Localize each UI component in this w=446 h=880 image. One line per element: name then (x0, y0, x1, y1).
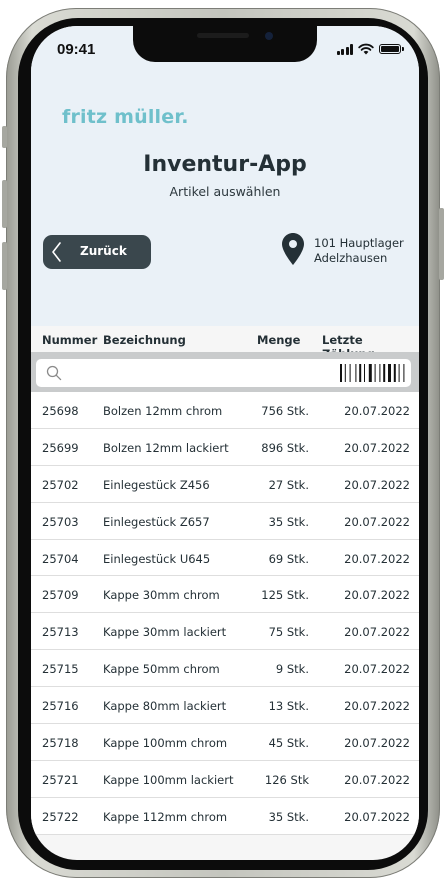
column-header-quantity[interactable]: Menge (257, 333, 300, 347)
table-row[interactable]: 25718 Kappe 100mm chrom 45 Stk. 20.07.2022 (31, 724, 419, 761)
page-title: Inventur-App (143, 152, 307, 177)
barcode-scan-icon[interactable] (340, 364, 408, 382)
article-quantity: 45 Stk. (268, 736, 309, 751)
table-row[interactable]: 25721 Kappe 100mm lackiert 126 Stk 20.07.20… (31, 760, 419, 798)
search-bar (31, 352, 419, 392)
article-name: Kappe 80mm lackiert (103, 699, 227, 714)
article-last-count: 20.07.2022 (344, 625, 410, 640)
article-name: Kappe 100mm lackiert (103, 772, 234, 787)
header-area (31, 26, 419, 334)
status-time: 09:41 (57, 41, 96, 58)
volume-down-button (2, 242, 7, 290)
table-row[interactable]: 25722 Kappe 112mm chrom 35 Stk. 20.07.2022 (31, 797, 419, 835)
article-number: 25703 (42, 514, 79, 529)
mute-switch (2, 126, 7, 148)
article-quantity: 756 Stk. (261, 404, 309, 418)
table-row[interactable]: 25702 Einlegestück Z456 27 Stk. 20.07.2022 (31, 465, 419, 503)
table-row[interactable]: 25699 Bolzen 12mm lackiert 896 Stk. 20.07.2… (31, 428, 419, 466)
article-name: Kappe 100mm chrom (103, 736, 228, 751)
article-number: 25715 (42, 662, 79, 677)
table-row[interactable]: 25715 Kappe 50mm chrom 9 Stk. 20.07.2022 (31, 650, 419, 688)
location-line-1: 101 Hauptlager (314, 236, 404, 250)
table-row[interactable]: 25716 Kappe 80mm lackiert 13 Stk. 20.07.202… (31, 687, 419, 725)
wifi-icon (358, 43, 374, 55)
table-header: Nummer Bezeichnung Menge Letzte Zählung (31, 326, 419, 361)
article-name: Einlegestück U645 (103, 551, 211, 566)
brand-logo: fritz müller. (62, 106, 189, 128)
chevron-left-icon (52, 242, 61, 262)
table-row[interactable]: 25709 Kappe 30mm chrom 125 Stk. 20.07.2022 (31, 576, 419, 614)
back-button-label: Zurück (80, 244, 127, 258)
article-number: 25699 (42, 440, 79, 455)
article-last-count: 20.07.2022 (344, 588, 410, 603)
article-last-count: 20.07.2022 (344, 440, 410, 455)
search-input[interactable] (68, 363, 322, 385)
article-number: 25709 (42, 588, 79, 603)
article-quantity: 9 Stk. (275, 662, 309, 677)
article-quantity: 69 Stk. (268, 551, 309, 566)
warehouse-location: 101 Hauptlager Adelzhausen (314, 236, 404, 266)
article-number: 25722 (42, 809, 79, 824)
page-subtitle: Artikel auswählen (169, 184, 281, 199)
status-icons (336, 43, 404, 55)
article-last-count: 20.07.2022 (344, 404, 410, 418)
article-last-count: 20.07.2022 (344, 551, 410, 566)
front-camera (265, 32, 273, 40)
article-last-count: 20.07.2022 (344, 736, 410, 751)
article-name: Kappe 30mm lackiert (103, 625, 227, 640)
article-quantity: 125 Stk. (261, 588, 309, 603)
app-screen: 09:41 fritz müller. Inventur-App Artikel… (31, 26, 419, 860)
article-quantity: 35 Stk. (268, 514, 309, 529)
column-header-number[interactable]: Nummer (42, 333, 97, 347)
column-header-name[interactable]: Bezeichnung (103, 333, 186, 347)
table-row[interactable]: 25704 Einlegestück U645 69 Stk. 20.07.2022 (31, 539, 419, 577)
article-name: Einlegestück Z657 (103, 514, 210, 529)
location-pin-icon (282, 233, 304, 265)
article-last-count: 20.07.2022 (344, 662, 410, 677)
article-number: 25704 (42, 551, 79, 566)
article-name: Bolzen 12mm chrom (103, 404, 223, 418)
speaker (197, 33, 249, 38)
search-icon (46, 365, 62, 381)
article-last-count: 20.07.2022 (344, 477, 410, 492)
article-last-count: 20.07.2022 (344, 772, 410, 787)
battery-icon (379, 44, 404, 54)
article-quantity: 896 Stk. (261, 440, 309, 455)
table-row[interactable]: 25703 Einlegestück Z657 35 Stk. 20.07.2022 (31, 502, 419, 540)
article-number: 25713 (42, 625, 79, 640)
notch (133, 26, 317, 62)
article-number: 25716 (42, 699, 79, 714)
search-box[interactable] (36, 359, 411, 387)
article-number: 25702 (42, 477, 79, 492)
article-number: 25698 (42, 404, 79, 418)
article-quantity: 35 Stk. (268, 809, 309, 824)
table-row[interactable]: 25698 Bolzen 12mm chrom 756 Stk. 20.07.2022 (31, 392, 419, 429)
article-name: Bolzen 12mm lackiert (103, 440, 229, 455)
article-number: 25718 (42, 736, 79, 751)
article-name: Einlegestück Z456 (103, 477, 210, 492)
article-last-count: 20.07.2022 (344, 514, 410, 529)
article-quantity: 13 Stk. (268, 699, 309, 714)
article-name: Kappe 112mm chrom (103, 809, 228, 824)
table-row[interactable]: 25713 Kappe 30mm lackiert 75 Stk. 20.07.202… (31, 613, 419, 651)
article-last-count: 20.07.2022 (344, 699, 410, 714)
article-quantity: 27 Stk. (268, 477, 309, 492)
article-quantity: 126 Stk (264, 772, 309, 787)
article-quantity: 75 Stk. (268, 625, 309, 640)
back-button[interactable]: Zurück (43, 235, 151, 269)
article-list: 25698 Bolzen 12mm chrom 756 Stk. 20.07.2022… (31, 392, 419, 835)
cellular-signal-icon (336, 43, 353, 55)
article-name: Kappe 50mm chrom (103, 662, 220, 677)
power-button (439, 208, 444, 280)
article-name: Kappe 30mm chrom (103, 588, 220, 603)
article-last-count: 20.07.2022 (344, 809, 410, 824)
volume-up-button (2, 180, 7, 228)
location-line-2: Adelzhausen (314, 251, 388, 265)
article-number: 25721 (42, 772, 79, 787)
